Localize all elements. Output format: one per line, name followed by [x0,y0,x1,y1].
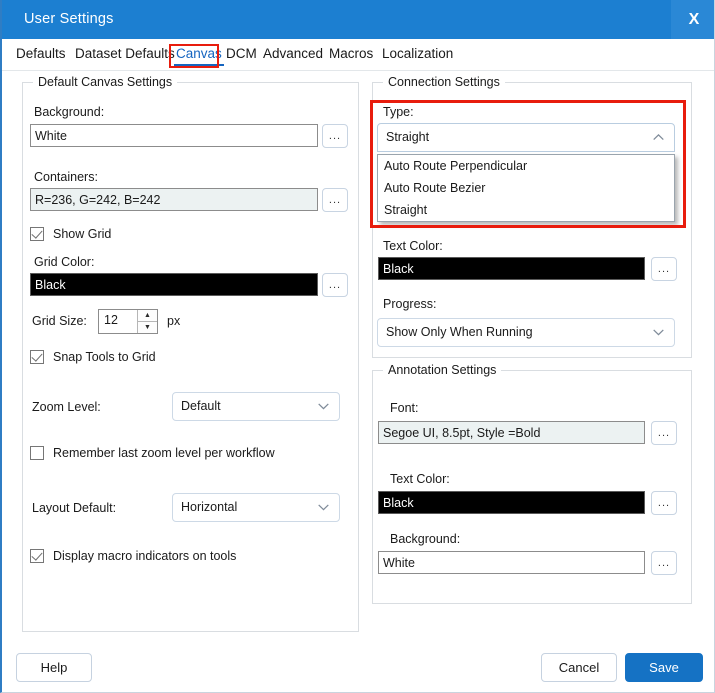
annotation-text-color-input[interactable]: Black [378,491,645,514]
annotation-background-browse-button[interactable]: ... [651,551,677,575]
annotation-background-input[interactable]: White [378,551,645,574]
chevron-up-icon [653,134,664,141]
grid-size-value: 12 [104,313,118,327]
remember-zoom-checkbox-box [30,446,44,460]
snap-tools-label: Snap Tools to Grid [53,350,156,364]
window-title: User Settings [24,11,114,27]
layout-default-label: Layout Default: [32,501,117,515]
layout-default-select[interactable]: Horizontal [172,493,340,522]
grid-color-input[interactable]: Black [30,273,318,296]
chevron-down-icon [318,504,329,511]
connection-settings-title: Connection Settings [383,75,505,89]
remember-zoom-label: Remember last zoom level per workflow [53,446,275,460]
containers-input[interactable]: R=236, G=242, B=242 [30,188,318,211]
zoom-level-label: Zoom Level: [32,400,101,414]
option-auto-route-perpendicular[interactable]: Auto Route Perpendicular [378,155,674,177]
connection-type-select[interactable]: Straight [377,123,675,152]
spin-up-icon[interactable]: ▲ [138,310,157,322]
chevron-down-icon [318,403,329,410]
tab-dcm[interactable]: DCM [224,44,259,64]
close-icon[interactable]: X [671,0,714,39]
snap-tools-checkbox-box [30,350,44,364]
annotation-font-input[interactable]: Segoe UI, 8.5pt, Style =Bold [378,421,645,444]
progress-select[interactable]: Show Only When Running [377,318,675,347]
tab-dataset-defaults[interactable]: Dataset Defaults [73,44,177,64]
tab-canvas[interactable]: Canvas [174,44,224,66]
containers-label: Containers: [34,170,98,184]
annotation-background-label: Background: [390,532,461,546]
spin-down-icon[interactable]: ▼ [138,322,157,333]
annotation-text-color-browse-button[interactable]: ... [651,491,677,515]
connection-text-color-input[interactable]: Black [378,257,645,280]
progress-label: Progress: [383,297,437,311]
show-grid-checkbox-box [30,227,44,241]
grid-size-label: Grid Size: [32,314,87,328]
user-settings-dialog: User Settings X Defaults Dataset Default… [0,0,715,693]
tab-advanced[interactable]: Advanced [261,44,325,64]
zoom-level-select[interactable]: Default [172,392,340,421]
grid-color-browse-button[interactable]: ... [322,273,348,297]
save-button[interactable]: Save [625,653,703,682]
grid-size-unit-label: px [167,314,181,328]
tab-localization[interactable]: Localization [380,44,455,64]
option-straight[interactable]: Straight [378,199,674,221]
background-label: Background: [34,105,105,119]
tab-macros[interactable]: Macros [327,44,375,64]
tab-strip: Defaults Dataset Defaults Canvas DCM Adv… [2,40,714,71]
default-canvas-settings-title: Default Canvas Settings [33,75,178,89]
background-browse-button[interactable]: ... [322,124,348,148]
cancel-button[interactable]: Cancel [541,653,617,682]
option-auto-route-bezier[interactable]: Auto Route Bezier [378,177,674,199]
zoom-level-value: Default [181,399,221,413]
display-macro-label: Display macro indicators on tools [53,549,237,563]
title-bar: User Settings X [2,0,714,39]
background-input[interactable]: White [30,124,318,147]
help-button[interactable]: Help [16,653,92,682]
tab-defaults[interactable]: Defaults [14,44,68,64]
connection-type-value: Straight [386,130,430,144]
connection-text-color-browse-button[interactable]: ... [651,257,677,281]
connection-type-label: Type: [383,105,414,119]
connection-type-dropdown-list[interactable]: Auto Route Perpendicular Auto Route Bezi… [377,154,675,222]
grid-color-label: Grid Color: [34,255,95,269]
annotation-font-label: Font: [390,401,419,415]
connection-text-color-label: Text Color: [383,239,443,253]
remember-zoom-level-checkbox[interactable]: Remember last zoom level per workflow [30,446,275,460]
show-grid-label: Show Grid [53,227,112,241]
grid-size-stepper[interactable]: 12 ▲ ▼ [98,309,158,334]
show-grid-checkbox[interactable]: Show Grid [30,227,111,241]
progress-value: Show Only When Running [386,325,533,339]
annotation-font-browse-button[interactable]: ... [651,421,677,445]
layout-default-value: Horizontal [181,500,238,514]
display-macro-checkbox-box [30,549,44,563]
display-macro-indicators-checkbox[interactable]: Display macro indicators on tools [30,549,236,563]
annotation-settings-title: Annotation Settings [383,363,502,377]
chevron-down-icon [653,329,664,336]
containers-browse-button[interactable]: ... [322,188,348,212]
annotation-text-color-label: Text Color: [390,472,450,486]
snap-tools-to-grid-checkbox[interactable]: Snap Tools to Grid [30,350,156,364]
grid-size-spin-buttons: ▲ ▼ [137,310,157,333]
